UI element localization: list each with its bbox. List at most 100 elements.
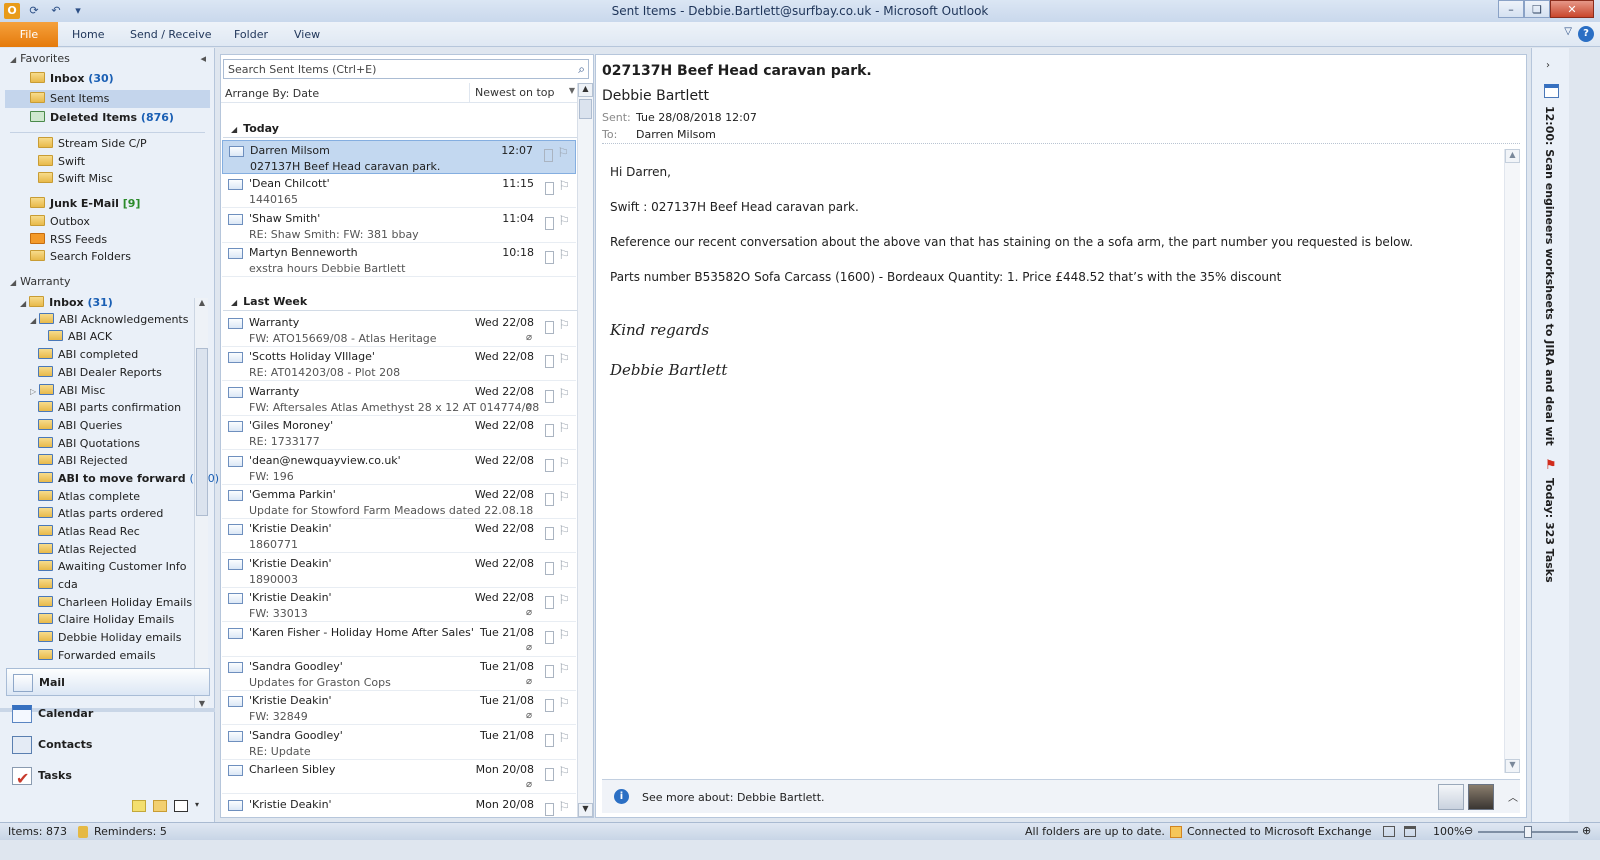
folder-claire-holiday-emails[interactable]: Claire Holiday Emails [38,611,174,629]
tab-home[interactable]: Home [62,22,114,47]
message-row[interactable]: Charleen Sibley Mon 20/08 ⌀ ⚐ [222,760,576,795]
category-box[interactable] [545,389,554,403]
flag-icon[interactable]: ⚐ [557,146,569,161]
shortcuts-icon[interactable] [174,800,188,812]
flag-icon[interactable]: ⚐ [558,731,570,746]
sort-dropdown-icon[interactable]: ▼ [569,86,575,95]
expand-icon[interactable]: ▷ [30,387,36,396]
category-box[interactable] [545,699,554,713]
scroll-thumb[interactable] [579,99,592,119]
todo-tasks[interactable]: Today: 323 Tasks [1543,478,1556,583]
message-row[interactable]: 'Sandra Goodley' Updates for Graston Cops… [222,657,576,691]
message-row[interactable]: 'Kristie Deakin' 1890003 Wed 22/08 ⚐ [222,554,576,588]
configure-buttons-icon[interactable]: ▾ [195,800,209,812]
scroll-thumb[interactable] [196,348,208,516]
folder-abi-to-move-forward[interactable]: ABI to move forward (150) [38,470,219,488]
warranty-header[interactable]: ◢ Warranty [10,273,70,291]
category-box[interactable] [545,217,554,230]
folder-atlas-read-rec[interactable]: Atlas Read Rec [38,523,140,541]
tab-file[interactable]: File [0,22,58,47]
flag-icon[interactable]: ⚐ [558,214,570,229]
message-row[interactable]: 'Karen Fisher - Holiday Home After Sales… [222,623,576,657]
flag-icon[interactable]: ⚐ [558,696,570,711]
message-row[interactable]: 'Gemma Parkin' Update for Stowford Farm M… [222,485,576,519]
category-box[interactable] [544,149,553,162]
arrange-by-button[interactable]: Arrange By: Date [225,87,319,100]
folder-abi-completed[interactable]: ABI completed [38,346,138,364]
message-body[interactable]: Hi Darren, Swift : 027137H Beef Head car… [602,147,1506,773]
flag-icon[interactable]: ⚐ [558,421,570,436]
category-box[interactable] [545,768,554,782]
folder-swift[interactable]: Swift [38,153,85,171]
flag-icon[interactable]: ⚐ [558,248,570,263]
reading-scrollbar[interactable]: ▲ ▼ [1504,149,1520,773]
flag-icon[interactable]: ⚐ [558,524,570,539]
expand-people-pane-icon[interactable]: ︿ [1508,789,1518,804]
folder-abi-ack[interactable]: ABI ACK [48,328,112,346]
flag-icon[interactable]: ⚐ [558,456,570,471]
folder-rss-feeds[interactable]: RSS Feeds [30,231,107,249]
nav-calendar-button[interactable]: Calendar [6,700,210,728]
folder-cda[interactable]: cda [38,576,78,594]
scroll-down-icon[interactable]: ▼ [1505,759,1520,773]
flag-icon[interactable]: ⚐ [558,662,570,677]
avatar-placeholder[interactable] [1438,784,1464,810]
zoom-in-icon[interactable]: ⊕ [1582,824,1591,837]
folder-swift-misc[interactable]: Swift Misc [38,170,113,188]
nav-scrollbar[interactable]: ▲ ▼ [194,298,208,708]
folder-abi-misc[interactable]: ▷ ABI Misc [30,382,105,400]
nav-mail-button[interactable]: Mail [6,668,210,696]
expand-icon[interactable]: ◢ [20,299,26,308]
scroll-up-icon[interactable]: ▲ [1505,149,1520,163]
sort-order-button[interactable]: Newest on top [469,83,555,103]
category-box[interactable] [545,458,554,472]
message-row[interactable]: 'Shaw Smith' RE: Shaw Smith: FW: 381 bbay… [222,209,576,243]
flag-icon[interactable]: ⚐ [558,490,570,505]
collapse-nav-icon[interactable]: ◂ [200,52,206,65]
tab-view[interactable]: View [284,22,330,47]
folder-abi-rejected[interactable]: ABI Rejected [38,452,128,470]
category-box[interactable] [545,733,554,747]
message-row[interactable]: 'Kristie Deakin' FW: 33013 Wed 22/08 ⌀ ⚐ [222,588,576,623]
normal-view-icon[interactable] [1383,826,1395,837]
to-recipient[interactable]: Darren Milsom [636,128,716,141]
folder-forwarded-emails[interactable]: Forwarded emails [38,647,156,665]
message-sender[interactable]: Debbie Bartlett [602,88,709,104]
warranty-inbox[interactable]: ◢ Inbox (31) [20,294,113,312]
message-row[interactable]: 'Kristie Deakin' FW: 32849 Tue 21/08 ⌀ ⚐ [222,691,576,726]
category-box[interactable] [545,596,554,610]
group-header[interactable]: ◢ Today [231,122,279,135]
nav-tasks-button[interactable]: Tasks [6,762,210,793]
favorites-header[interactable]: ◢ Favorites [10,50,70,68]
message-row[interactable]: Warranty FW: Aftersales Atlas Amethyst 28… [222,382,576,416]
category-box[interactable] [545,251,554,264]
avatar[interactable] [1468,784,1494,810]
scroll-up-icon[interactable]: ▲ [578,83,593,97]
close-button[interactable]: ✕ [1550,0,1594,18]
restore-button[interactable]: ❏ [1524,0,1550,18]
folder-abi-parts-confirmation[interactable]: ABI parts confirmation [38,399,181,417]
folder-junk-email[interactable]: Junk E-Mail [9] [30,195,140,213]
todo-appointment[interactable]: 12:00: Scan engineers worksheets to JIRA… [1543,106,1556,446]
zoom-slider-handle[interactable] [1524,826,1532,838]
flag-icon[interactable]: ⚐ [558,352,570,367]
category-box[interactable] [545,424,554,438]
category-box[interactable] [545,665,554,678]
flag-icon[interactable]: ⚐ [558,628,570,643]
folder-atlas-parts-ordered[interactable]: Atlas parts ordered [38,505,163,523]
expand-icon[interactable]: ◢ [30,316,36,325]
flag-icon[interactable]: ⚐ [558,559,570,574]
notes-icon[interactable] [132,800,146,812]
folder-abi-quotations[interactable]: ABI Quotations [38,435,140,453]
message-row[interactable]: Warranty FW: ATO15669/08 - Atlas Heritage… [222,313,576,347]
folder-abi-acknowledgements[interactable]: ◢ ABI Acknowledgements [30,311,188,329]
folder-abi-dealer-reports[interactable]: ABI Dealer Reports [38,364,162,382]
message-row[interactable]: 'Kristie Deakin' 1860771 Wed 22/08 ⚐ [222,519,576,554]
group-header[interactable]: ◢ Last Week [231,295,307,308]
flag-icon[interactable]: ⚐ [558,318,570,333]
folder-atlas-rejected[interactable]: Atlas Rejected [38,541,137,559]
reading-view-icon[interactable] [1404,826,1416,837]
expand-icon[interactable]: ◢ [231,125,237,134]
message-row[interactable]: Darren Milsom 027137H Beef Head caravan p… [222,140,576,174]
fav-sent-items[interactable]: Sent Items [5,90,210,108]
